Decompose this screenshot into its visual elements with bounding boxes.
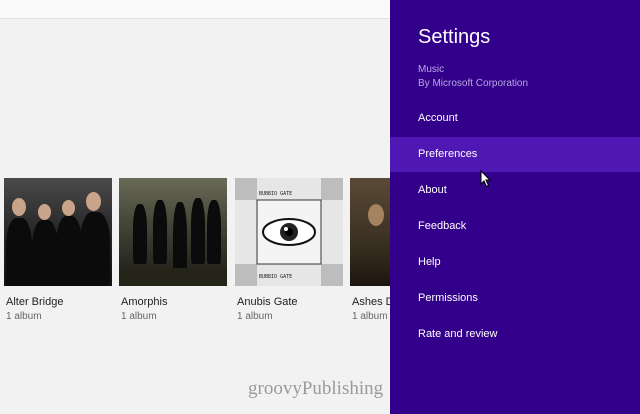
album-name: Amorphis xyxy=(121,296,168,308)
album-count: 1 album xyxy=(121,311,157,322)
album-name: Ashes D xyxy=(352,296,390,308)
settings-item-account[interactable]: Account xyxy=(390,101,640,136)
art-text-bottom: BUBBIO GATE xyxy=(259,274,292,280)
settings-item-feedback[interactable]: Feedback xyxy=(390,209,640,244)
album-card-anubis-gate[interactable]: BUBBIO GATE BUBBIO GATE Anubis Gate 1 al… xyxy=(235,178,343,322)
top-bar xyxy=(0,0,390,19)
album-count: 1 album xyxy=(237,311,273,322)
album-art-ashes xyxy=(350,178,390,286)
settings-item-permissions[interactable]: Permissions xyxy=(390,281,640,316)
album-art-alter-bridge xyxy=(4,178,112,286)
settings-title: Settings xyxy=(418,26,491,48)
app-publisher: By Microsoft Corporation xyxy=(418,78,529,89)
album-count: 1 album xyxy=(352,311,388,322)
art-text-top: BUBBIO GATE xyxy=(259,191,292,197)
music-collection-area: Alter Bridge 1 album Amorphis 1 album BU… xyxy=(0,0,390,414)
album-name: Anubis Gate xyxy=(237,296,298,308)
settings-pane: Settings Music By Microsoft Corporation … xyxy=(390,0,640,414)
album-card-ashes[interactable]: Ashes D 1 album xyxy=(350,178,390,322)
album-name: Alter Bridge xyxy=(6,296,64,308)
settings-item-help[interactable]: Help xyxy=(390,245,640,280)
eye-artwork-icon: BUBBIO GATE BUBBIO GATE xyxy=(235,178,343,286)
watermark-text: groovyPublishing xyxy=(248,378,384,399)
mouse-pointer-icon xyxy=(480,170,492,188)
album-art-anubis-gate: BUBBIO GATE BUBBIO GATE xyxy=(235,178,343,286)
album-count: 1 album xyxy=(6,311,42,322)
album-art-amorphis xyxy=(119,178,227,286)
settings-item-preferences[interactable]: Preferences xyxy=(390,137,640,172)
settings-item-about[interactable]: About xyxy=(390,173,640,208)
app-name: Music xyxy=(418,64,445,75)
settings-item-rate-and-review[interactable]: Rate and review xyxy=(390,317,640,352)
album-card-alter-bridge[interactable]: Alter Bridge 1 album xyxy=(4,178,112,322)
album-card-amorphis[interactable]: Amorphis 1 album xyxy=(119,178,227,322)
